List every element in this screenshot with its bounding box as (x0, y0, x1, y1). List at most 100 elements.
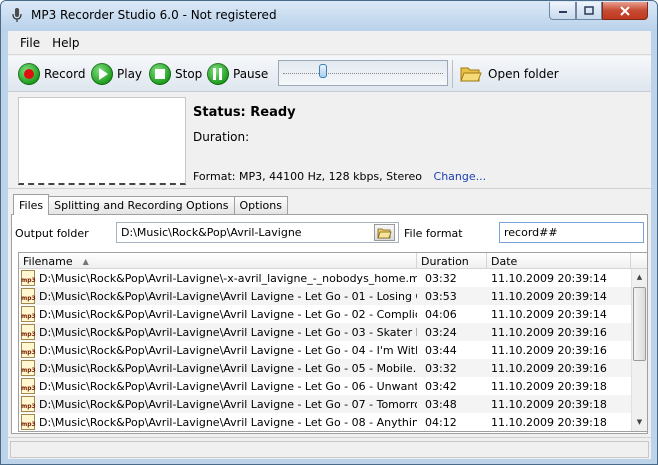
filename-text: D:\Music\Rock&Pop\Avril-Lavigne\-x-avril… (39, 271, 417, 285)
volume-slider[interactable] (278, 60, 448, 86)
mp3-file-icon (21, 270, 36, 286)
file-list-row[interactable]: D:\Music\Rock&Pop\Avril-Lavigne\Avril La… (19, 323, 631, 341)
play-icon (91, 63, 113, 85)
open-folder-button[interactable]: Open folder (460, 61, 559, 87)
cell-filename: D:\Music\Rock&Pop\Avril-Lavigne\Avril La… (19, 396, 417, 412)
filename-text: D:\Music\Rock&Pop\Avril-Lavigne\Avril La… (39, 343, 417, 357)
cell-duration: 03:53 (425, 289, 457, 303)
scroll-down-button[interactable]: ▼ (632, 415, 647, 429)
filename-text: D:\Music\Rock&Pop\Avril-Lavigne\Avril La… (39, 289, 417, 303)
vertical-scrollbar[interactable]: ▲ ▼ (631, 269, 647, 431)
files-tab-panel: Output folder D:\Music\Rock&Pop\Avril-La… (11, 214, 648, 434)
cell-date: 11.10.2009 20:39:14 (491, 271, 607, 285)
browse-folder-button[interactable] (374, 224, 395, 241)
cell-duration: 04:12 (425, 415, 457, 429)
column-date[interactable]: Date (487, 253, 631, 269)
mp3-file-icon (21, 396, 36, 412)
duration-label: Duration: (193, 130, 250, 144)
cell-date: 11.10.2009 20:39:16 (491, 343, 607, 357)
title-bar[interactable]: MP3 Recorder Studio 6.0 - Not registered (1, 1, 657, 31)
file-list-rows: D:\Music\Rock&Pop\Avril-Lavigne\-x-avril… (19, 269, 631, 431)
cell-duration: 03:32 (425, 361, 457, 375)
filename-text: D:\Music\Rock&Pop\Avril-Lavigne\Avril La… (39, 397, 417, 411)
slider-track (283, 73, 443, 75)
cell-filename: D:\Music\Rock&Pop\Avril-Lavigne\Avril La… (19, 414, 417, 430)
browse-folder-icon (377, 228, 392, 238)
window-title: MP3 Recorder Studio 6.0 - Not registered (31, 8, 277, 22)
header-filler (631, 253, 647, 269)
tab-strip: Files Splitting and Recording Options Op… (13, 194, 288, 215)
output-folder-input[interactable]: D:\Music\Rock&Pop\Avril-Lavigne (116, 222, 399, 243)
tab-options[interactable]: Options (233, 196, 288, 214)
change-format-link[interactable]: Change... (434, 170, 487, 183)
cell-filename: D:\Music\Rock&Pop\Avril-Lavigne\Avril La… (19, 378, 417, 394)
tab-splitting-recording-options[interactable]: Splitting and Recording Options (48, 196, 235, 214)
column-duration[interactable]: Duration (417, 253, 487, 269)
waveform-preview (18, 97, 186, 185)
slider-thumb[interactable] (319, 64, 328, 78)
close-icon (620, 5, 630, 16)
client-area: File Help Record Play Stop Pause Open fo… (8, 31, 651, 459)
menu-bar: File Help (8, 31, 651, 55)
mp3-file-icon (21, 414, 36, 430)
maximize-icon (584, 6, 594, 15)
stop-button[interactable]: Stop (149, 61, 202, 87)
column-filename[interactable]: Filename ▲ (19, 253, 417, 269)
file-list-row[interactable]: D:\Music\Rock&Pop\Avril-Lavigne\Avril La… (19, 413, 631, 431)
record-button[interactable]: Record (18, 61, 85, 87)
mp3-file-icon (21, 288, 36, 304)
cell-duration: 04:06 (425, 307, 457, 321)
cell-date: 11.10.2009 20:39:14 (491, 307, 607, 321)
filename-text: D:\Music\Rock&Pop\Avril-Lavigne\Avril La… (39, 325, 417, 339)
scroll-up-button[interactable]: ▲ (632, 270, 647, 284)
cell-filename: D:\Music\Rock&Pop\Avril-Lavigne\Avril La… (19, 324, 417, 340)
status-panel: Status: Ready Duration: Format: MP3, 441… (8, 93, 651, 189)
minimize-button[interactable] (549, 2, 576, 20)
file-list-row[interactable]: D:\Music\Rock&Pop\Avril-Lavigne\Avril La… (19, 341, 631, 359)
sort-ascending-icon: ▲ (82, 256, 89, 266)
file-list-row[interactable]: D:\Music\Rock&Pop\Avril-Lavigne\Avril La… (19, 377, 631, 395)
stop-icon (149, 63, 171, 85)
mp3-file-icon (21, 360, 36, 376)
mp3-file-icon (21, 342, 36, 358)
file-format-input[interactable]: record## (499, 222, 644, 243)
status-bar (8, 437, 651, 459)
close-button[interactable] (602, 2, 648, 20)
microphone-icon (12, 8, 22, 22)
file-list-header: Filename ▲ Duration Date (19, 253, 647, 269)
maximize-button[interactable] (576, 2, 602, 20)
cell-date: 11.10.2009 20:39:18 (491, 397, 607, 411)
stop-label: Stop (175, 67, 203, 81)
filename-text: D:\Music\Rock&Pop\Avril-Lavigne\Avril La… (39, 307, 417, 321)
status-bar-panel (10, 441, 649, 458)
cell-date: 11.10.2009 20:39:16 (491, 361, 607, 375)
tab-files[interactable]: Files (13, 194, 50, 215)
play-button[interactable]: Play (91, 61, 142, 87)
record-icon (18, 63, 40, 85)
cell-duration: 03:48 (425, 397, 457, 411)
toolbar-separator (452, 60, 453, 88)
cell-duration: 03:44 (425, 343, 457, 357)
file-format-label: File format (404, 227, 463, 240)
play-label: Play (117, 67, 143, 81)
filename-text: D:\Music\Rock&Pop\Avril-Lavigne\Avril La… (39, 361, 417, 375)
record-label: Record (44, 67, 86, 81)
column-filename-label: Filename (23, 254, 73, 268)
menu-help[interactable]: Help (46, 34, 85, 52)
file-list-row[interactable]: D:\Music\Rock&Pop\Avril-Lavigne\Avril La… (19, 395, 631, 413)
pause-button[interactable]: Pause (207, 61, 268, 87)
toolbar: Record Play Stop Pause Open folder (8, 56, 651, 92)
cell-date: 11.10.2009 20:39:18 (491, 415, 607, 429)
menu-file[interactable]: File (14, 34, 46, 52)
format-info: Format: MP3, 44100 Hz, 128 kbps, Stereo … (193, 170, 486, 183)
app-window: MP3 Recorder Studio 6.0 - Not registered… (0, 0, 658, 465)
file-list-row[interactable]: D:\Music\Rock&Pop\Avril-Lavigne\Avril La… (19, 359, 631, 377)
scroll-thumb[interactable] (633, 287, 646, 361)
file-list-row[interactable]: D:\Music\Rock&Pop\Avril-Lavigne\-x-avril… (19, 269, 631, 287)
file-list-row[interactable]: D:\Music\Rock&Pop\Avril-Lavigne\Avril La… (19, 287, 631, 305)
file-list-row[interactable]: D:\Music\Rock&Pop\Avril-Lavigne\Avril La… (19, 305, 631, 323)
mp3-file-icon (21, 306, 36, 322)
pause-icon (207, 63, 229, 85)
cell-duration: 03:24 (425, 325, 457, 339)
file-list: Filename ▲ Duration Date D:\Music\Rock&P… (18, 252, 648, 432)
